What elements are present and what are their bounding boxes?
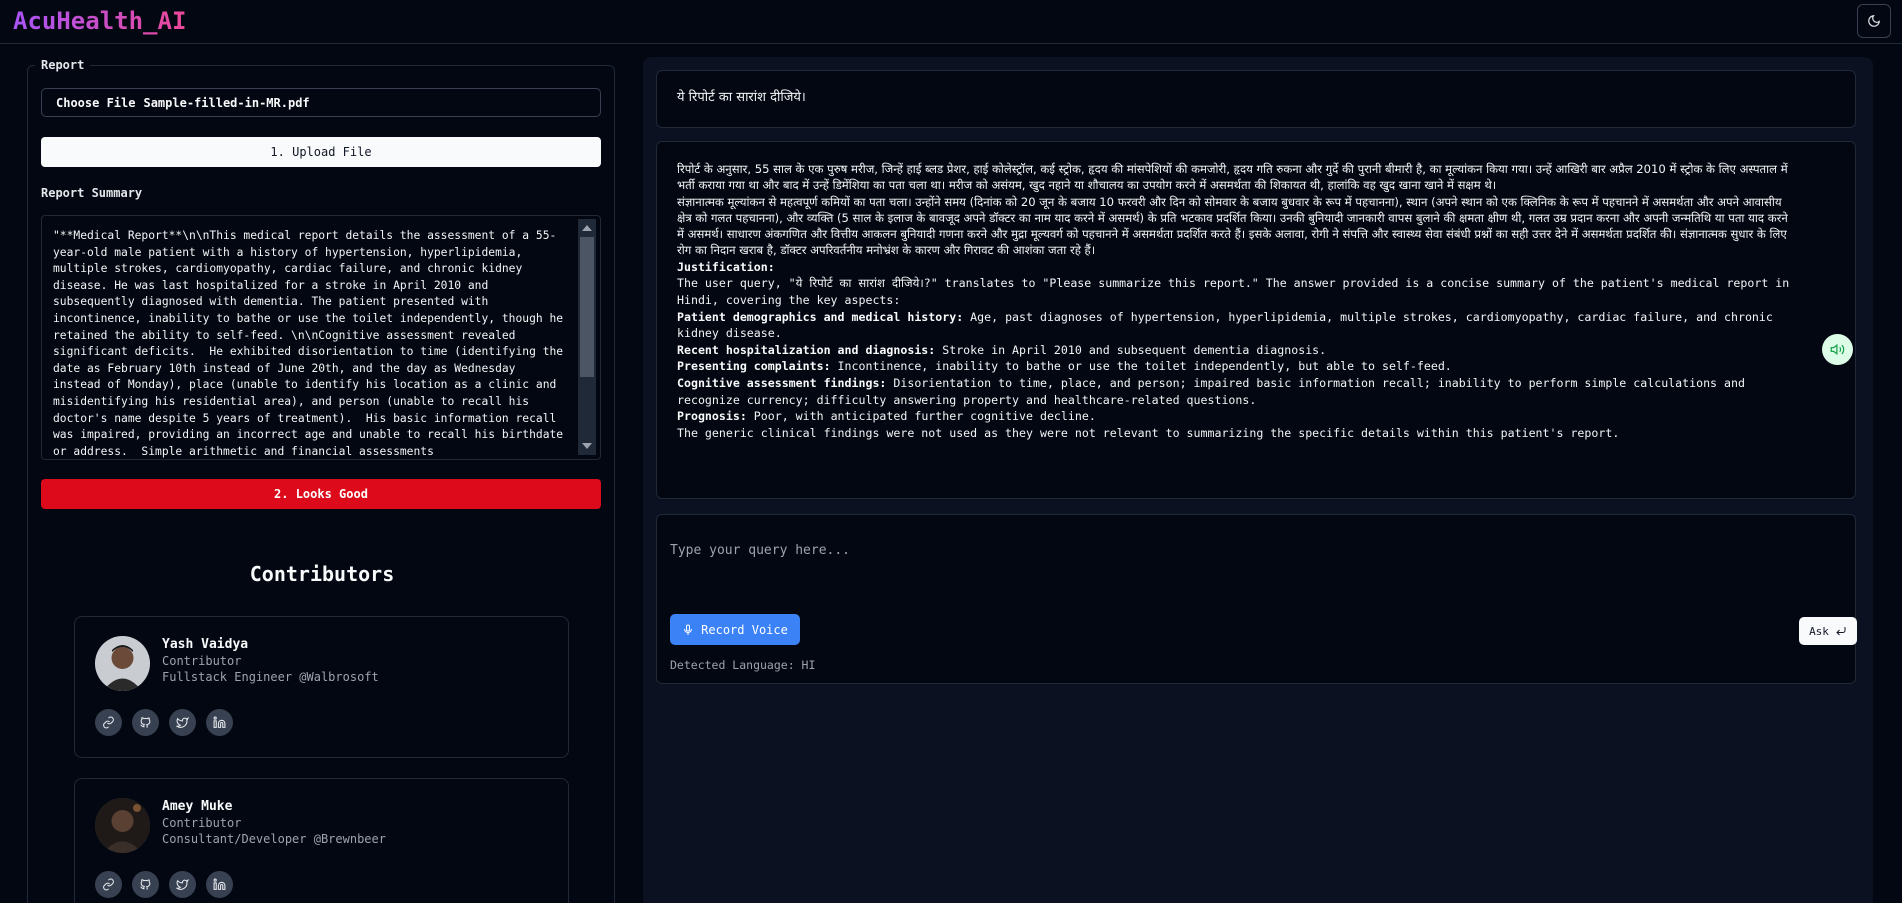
answer-item: Presenting complaints: Incontinence, ina… [677, 358, 1795, 375]
report-panel: Report Choose File Sample-filled-in-MR.p… [27, 58, 615, 903]
app-header: AcuHealth_AI [0, 0, 1902, 44]
choose-file-button[interactable]: Choose File [56, 96, 135, 110]
contributor-title: Consultant/Developer @Brewnbeer [162, 832, 386, 846]
report-section-label: Report [35, 58, 91, 72]
contributor-name: Yash Vaidya [162, 637, 249, 652]
github-icon[interactable] [132, 709, 159, 736]
report-summary-label: Report Summary [35, 186, 149, 200]
answer-item-label: Prognosis: [677, 409, 747, 424]
github-icon[interactable] [132, 871, 159, 898]
record-voice-button[interactable]: Record Voice [670, 614, 800, 645]
query-input[interactable] [670, 530, 1840, 570]
detected-language: Detected Language: HI [670, 658, 816, 672]
summary-scrollbar[interactable] [578, 219, 596, 455]
speaker-button[interactable] [1822, 334, 1853, 365]
contributor-name: Amey Muke [162, 799, 233, 814]
ask-button[interactable]: Ask [1799, 617, 1857, 645]
avatar [95, 636, 150, 691]
answer-item-label: Recent hospitalization and diagnosis: [677, 342, 936, 357]
query-input-card: Record Voice Detected Language: HI Ask [656, 514, 1857, 684]
theme-toggle-button[interactable] [1857, 4, 1891, 38]
answer-item: Recent hospitalization and diagnosis: St… [677, 342, 1795, 359]
answer-item-label: Presenting complaints: [677, 359, 831, 374]
file-name: Sample-filled-in-MR.pdf [143, 95, 310, 110]
answer-item: Prognosis: Poor, with anticipated furthe… [677, 408, 1795, 425]
answer-item-label: Cognitive assessment findings: [677, 375, 887, 390]
answer-closing: The generic clinical findings were not u… [677, 425, 1620, 440]
user-query-bubble: ये रिपोर्ट का सारांश दीजिये। [656, 70, 1856, 128]
file-input[interactable]: Choose File Sample-filled-in-MR.pdf [41, 88, 601, 117]
upload-file-button[interactable]: 1. Upload File [41, 137, 601, 167]
answer-item-text: Poor, with anticipated further cognitive… [746, 409, 1096, 424]
answer-bubble: रिपोर्ट के अनुसार, 55 साल के एक पुरुष मर… [656, 141, 1856, 499]
twitter-icon[interactable] [169, 871, 196, 898]
contributor-title: Fullstack Engineer @Walbrosoft [162, 670, 379, 684]
answer-item-text: Stroke in April 2010 and subsequent deme… [935, 342, 1327, 357]
scroll-down-arrow-icon[interactable] [582, 443, 592, 449]
link-icon[interactable] [95, 871, 122, 898]
justification-text: The user query, "ये रिपोर्ट का सारांश दी… [677, 276, 1790, 307]
link-icon[interactable] [95, 709, 122, 736]
contributors-title: Contributors [249, 562, 395, 586]
moon-icon [1868, 15, 1880, 27]
answer-item: Cognitive assessment findings: Disorient… [677, 375, 1795, 408]
looks-good-button[interactable]: 2. Looks Good [41, 479, 601, 509]
justification-label: Justification: [677, 259, 775, 274]
record-voice-label: Record Voice [701, 622, 788, 637]
linkedin-icon[interactable] [206, 709, 233, 736]
answer-hindi-paragraph: रिपोर्ट के अनुसार, 55 साल के एक पुरुष मर… [677, 162, 1788, 193]
contributor-role: Contributor [162, 816, 242, 830]
contributor-card: Amey Muke Contributor Consultant/Develop… [74, 778, 569, 903]
social-links [95, 871, 233, 898]
microphone-icon [684, 624, 693, 635]
report-summary-textarea[interactable]: "**Medical Report**\n\nThis medical repo… [41, 215, 601, 460]
contributor-card: Yash Vaidya Contributor Fullstack Engine… [74, 616, 569, 758]
answer-hindi-paragraph: संज्ञानात्मक मूल्यांकन से महत्वपूर्ण कमि… [677, 194, 1788, 258]
avatar [95, 798, 150, 853]
ask-label: Ask [1809, 624, 1829, 638]
chat-panel: ये रिपोर्ट का सारांश दीजिये। रिपोर्ट के … [643, 57, 1873, 903]
speaker-icon [1830, 343, 1845, 356]
scroll-thumb[interactable] [580, 237, 594, 377]
twitter-icon[interactable] [169, 709, 196, 736]
linkedin-icon[interactable] [206, 871, 233, 898]
scroll-up-arrow-icon[interactable] [582, 225, 592, 231]
answer-item-text: Incontinence, inability to bathe or use … [830, 359, 1452, 374]
social-links [95, 709, 233, 736]
answer-item-label: Patient demographics and medical history… [677, 309, 964, 324]
enter-icon [1836, 627, 1846, 636]
app-title: AcuHealth_AI [13, 7, 187, 35]
contributor-role: Contributor [162, 654, 242, 668]
answer-item: Patient demographics and medical history… [677, 309, 1795, 342]
